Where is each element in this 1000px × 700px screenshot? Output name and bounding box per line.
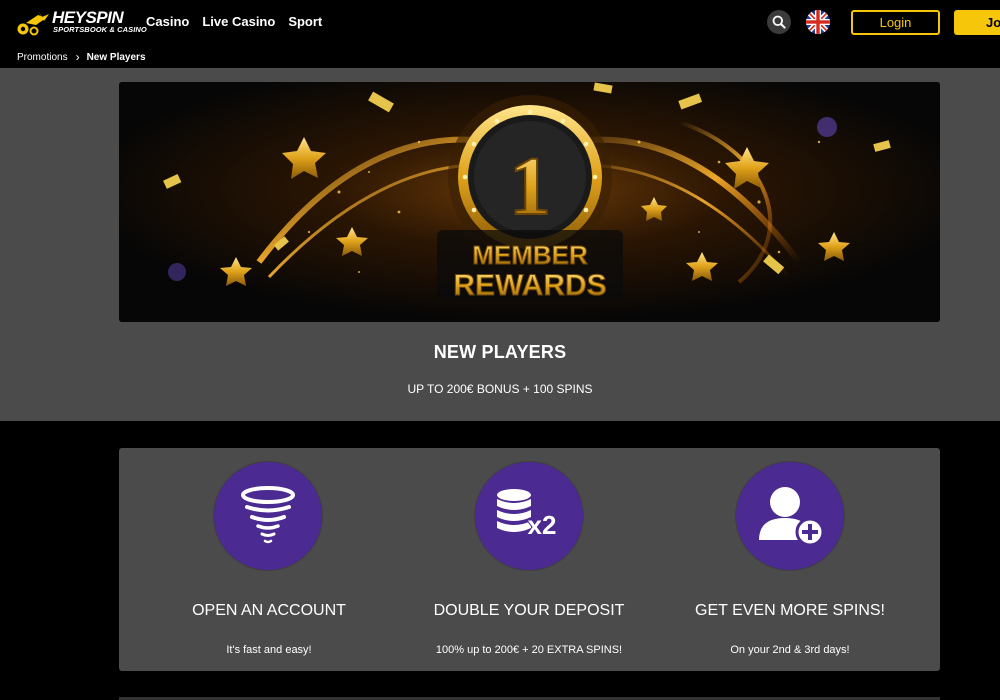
join-button[interactable]: Join <box>954 10 1000 35</box>
nav-live-casino[interactable]: Live Casino <box>202 14 275 30</box>
banner-artwork: 1 MEMBER REWARDS <box>119 82 940 322</box>
step-double-deposit: x2 DOUBLE YOUR DEPOSIT 100% up to 200€ +… <box>379 448 679 671</box>
banner-number: 1 <box>509 140 551 233</box>
steps-panel: OPEN AN ACCOUNT It's fast and easy! x2 D… <box>119 448 940 671</box>
step-description: On your 2nd & 3rd days! <box>730 644 850 656</box>
coins-x2-icon: x2 <box>475 462 583 570</box>
tornado-icon <box>214 462 322 570</box>
banner-line1: MEMBER <box>472 240 588 270</box>
nav-casino[interactable]: Casino <box>146 14 189 30</box>
page-title: NEW PLAYERS <box>433 342 567 362</box>
chevron-right-icon: › <box>75 50 80 64</box>
step-open-account: OPEN AN ACCOUNT It's fast and easy! <box>119 448 419 671</box>
uk-flag-icon <box>806 10 830 34</box>
breadcrumb-current: New Players <box>86 51 146 63</box>
search-icon <box>772 15 786 29</box>
step-title: DOUBLE YOUR DEPOSIT <box>433 602 625 619</box>
step-title: GET EVEN MORE SPINS! <box>695 602 885 619</box>
login-button[interactable]: Login <box>851 10 940 35</box>
search-button[interactable] <box>767 10 791 34</box>
nav-sport[interactable]: Sport <box>288 14 322 30</box>
promo-banner: 1 MEMBER REWARDS <box>119 82 940 322</box>
step-description: It's fast and easy! <box>226 644 312 656</box>
breadcrumb-promotions[interactable]: Promotions <box>17 52 68 63</box>
breadcrumb: Promotions › New Players <box>17 50 146 64</box>
language-selector[interactable] <box>806 10 830 34</box>
top-bar: HEYSPIN SPORTSBOOK & CASINO Casino Live … <box>0 0 1000 44</box>
page-subtitle: UP TO 200€ BONUS + 100 SPINS <box>407 382 593 396</box>
svg-text:x2: x2 <box>528 510 557 540</box>
hero-section: 1 MEMBER REWARDS NEW PLAYERS UP TO 200€ … <box>0 68 1000 421</box>
main-nav: Casino Live Casino Sport <box>146 14 322 30</box>
logo-subtext: SPORTSBOOK & CASINO <box>53 25 147 34</box>
heyspin-logo[interactable]: HEYSPIN SPORTSBOOK & CASINO <box>16 9 147 37</box>
step-more-spins: GET EVEN MORE SPINS! On your 2nd & 3rd d… <box>640 448 940 671</box>
logo-mark-icon <box>17 11 49 36</box>
step-title: OPEN AN ACCOUNT <box>192 602 346 619</box>
banner-line2: REWARDS <box>453 269 606 302</box>
add-user-icon <box>736 462 844 570</box>
step-description: 100% up to 200€ + 20 EXTRA SPINS! <box>435 644 623 656</box>
